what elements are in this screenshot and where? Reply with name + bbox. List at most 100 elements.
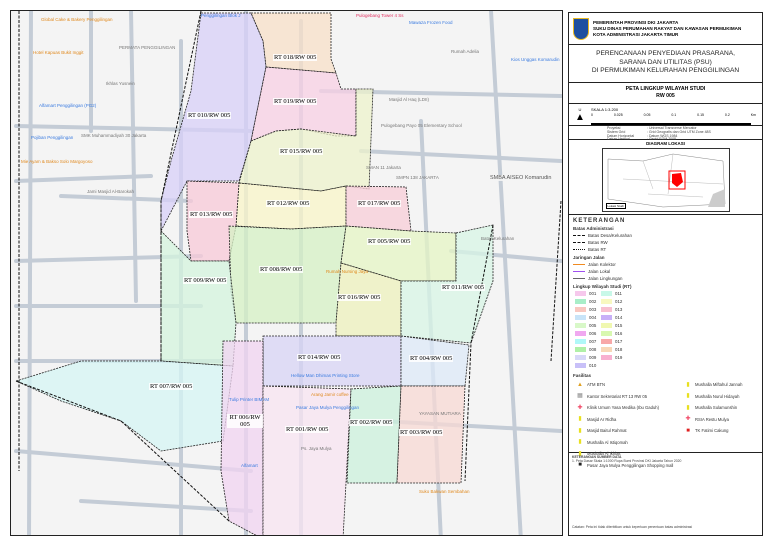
rt-002-area xyxy=(346,385,402,484)
rt-label: RT 005/RW 005 xyxy=(367,238,412,245)
swatch-label: 002 xyxy=(589,299,597,304)
facility-item: ▮ Mushalla Miftahul Jannah xyxy=(685,379,765,391)
poi-label[interactable]: Pasar Jaya Mulya Penggilingan xyxy=(296,405,359,410)
rt-label: RT 017/RW 005 xyxy=(357,200,402,207)
poi-label[interactable]: Global Cake & Bakery Penggilingan xyxy=(41,17,113,22)
title-line: PERENCANAAN PENYEDIAAN PRASARANA, xyxy=(596,50,735,57)
poi-label[interactable]: Kios Unggas Komarudin xyxy=(511,57,560,62)
color-swatch xyxy=(601,355,612,360)
rt-label: RT 010/RW 005 xyxy=(187,112,232,119)
swatch-label: 005 xyxy=(589,323,597,328)
color-swatch xyxy=(601,347,612,352)
legend-heading: Batas Administrasi xyxy=(573,226,614,231)
facility-item: ▮ Masjid Ar Ridha xyxy=(577,414,685,426)
color-swatch xyxy=(601,331,612,336)
title-line: SARANA DAN UTILITAS (PSU) xyxy=(619,58,712,66)
rt-swatch-item: 018 xyxy=(601,346,627,353)
rt-swatch-item: 011 xyxy=(601,290,627,297)
poi-label[interactable]: SMK Muhammadiyah 30 Jakarta xyxy=(81,133,146,138)
facility-label: Mushalla Sulamunshin xyxy=(695,405,738,411)
clinic-icon: ✚ xyxy=(577,404,583,411)
poi-label[interactable]: Hellow Man Dhimas Printing Store xyxy=(291,373,360,378)
bank-icon: ▲ xyxy=(577,381,583,388)
poi-label[interactable]: Pulogebang Tower 4 Ss xyxy=(356,13,403,18)
facility-label: Mushalla Miftahul Jannah xyxy=(695,382,743,388)
color-swatch xyxy=(601,291,612,296)
swatch-label: 012 xyxy=(615,299,623,304)
poi-label[interactable]: Suko Bakwan Sembahan xyxy=(419,489,470,494)
color-swatch xyxy=(575,323,586,328)
color-swatch xyxy=(575,363,586,368)
poi-label[interactable]: Masjid Al Haq (LDII) xyxy=(389,97,429,102)
footer-note: Catatan: Peta ini tidak diterbitkan untu… xyxy=(572,525,693,529)
swatch-label: 015 xyxy=(615,323,623,328)
poi-label[interactable]: Batas Kelurahan xyxy=(481,236,514,241)
rt-swatch-item: 004 xyxy=(575,314,601,321)
legend-title: KETERANGAN xyxy=(573,218,626,224)
poi-label[interactable]: Tulip Printer BIMAM xyxy=(229,397,269,402)
rt-014-area xyxy=(262,335,402,387)
swatch-label: 011 xyxy=(615,291,622,296)
poi-label[interactable]: Rumah Adelia xyxy=(451,49,479,54)
rt-swatch-item: 006 xyxy=(575,330,601,337)
facility-item xyxy=(685,437,765,449)
rt-swatch-item: 012 xyxy=(601,298,627,305)
color-swatch xyxy=(601,339,612,344)
swatch-label: 004 xyxy=(589,315,597,320)
rt-006-area xyxy=(220,340,264,535)
rt-017-area xyxy=(345,185,412,232)
rt-007-area xyxy=(14,360,234,452)
rt-label: RT 008/RW 005 xyxy=(259,266,304,273)
poi-label[interactable]: Jami Masjid Al-Barokah xyxy=(87,189,134,194)
scale-tick: 0.15 xyxy=(697,113,704,117)
scale-label: SKALA 1:3.200 xyxy=(591,107,619,112)
legend-item: Jalan Kolektor xyxy=(588,262,616,267)
locator-section: DIAGRAM LOKASI Lokasi Studi xyxy=(569,140,762,215)
facility-label: Masjid Baitul Rahmat xyxy=(587,428,627,434)
swatch-label: 013 xyxy=(615,307,623,312)
poi-label[interactable]: Ps. Jaya Mulya xyxy=(301,446,332,451)
swatch-label: 009 xyxy=(589,355,597,360)
swatch-label: 014 xyxy=(615,315,623,320)
color-swatch xyxy=(575,307,586,312)
facility-item: ✚ Klinik Umum Yasa Medika (Ibu Gaduh) xyxy=(577,402,685,414)
poi-label[interactable]: PERMATA PENGGILINGAN xyxy=(119,45,175,50)
scale-tick: 0.2 xyxy=(724,113,730,117)
rt-label: RT 014/RW 005 xyxy=(297,354,342,361)
color-swatch xyxy=(575,339,586,344)
poi-label[interactable]: YAYASAN MUTIARA xyxy=(419,411,461,416)
poi-label[interactable]: SMAN 11 Jakarta xyxy=(366,165,401,170)
swatch-label: 007 xyxy=(589,339,597,344)
legend-item: Jalan Lingkungan xyxy=(588,276,623,281)
legend-item: Batas Desa/Kelurahan xyxy=(588,233,632,238)
legend-heading: Fasilitas xyxy=(573,373,592,378)
map-view[interactable]: RT 018/RW 005 RT 019/RW 005 RT 010/RW 00… xyxy=(10,10,563,536)
rt-swatch-item: 005 xyxy=(575,322,601,329)
poi-label[interactable]: Penggilingan Blok J xyxy=(201,13,241,18)
poi-label[interactable]: Ikhlas Yusnein xyxy=(106,81,135,86)
swatch-label: 008 xyxy=(589,347,597,352)
facility-item: ■ TK Fatimi Cakung xyxy=(685,425,765,437)
poi-label[interactable]: Mie Ayam & Bakso Solo Margoyoso xyxy=(21,159,92,164)
color-swatch xyxy=(575,331,586,336)
map-title: PETA LINGKUP WILAYAH STUDI xyxy=(625,86,706,92)
facility-item: ▮ Mushalla Al Istiqomah xyxy=(577,437,685,449)
rt-swatch-item: 015 xyxy=(601,322,627,329)
poi-label[interactable]: SMPN 138 JAKARTA xyxy=(396,175,439,180)
mosque-icon: ▮ xyxy=(686,381,690,388)
poi-label[interactable]: Pulogebang Payo 05 Elementary School xyxy=(381,123,462,128)
facility-label: RSIA Restu Mulya xyxy=(695,416,729,422)
rt-swatch-item: 007 xyxy=(575,338,601,345)
rt-label: RT 016/RW 005 xyxy=(337,294,382,301)
poi-label[interactable]: Rumah Nursing Jaya xyxy=(326,269,368,274)
locator-map: Lokasi Studi xyxy=(601,148,730,212)
poi-label[interactable]: Mawaza Frozen Food xyxy=(409,20,453,25)
poi-label[interactable]: Arang Jamir coffee xyxy=(311,392,349,397)
poi-label[interactable]: Alfamart xyxy=(241,463,258,468)
poi-label[interactable]: Alfamart Penggilingan (PG2) xyxy=(39,103,96,108)
poi-label[interactable]: SMBA AISEO Komarudin xyxy=(489,175,553,181)
color-swatch xyxy=(601,315,612,320)
poi-label[interactable]: Pojiban Penggilingan xyxy=(31,135,73,140)
poi-label[interactable]: Hotel Kapuas Bukit Inggit xyxy=(33,50,84,55)
mosque-icon: ▮ xyxy=(578,439,582,446)
